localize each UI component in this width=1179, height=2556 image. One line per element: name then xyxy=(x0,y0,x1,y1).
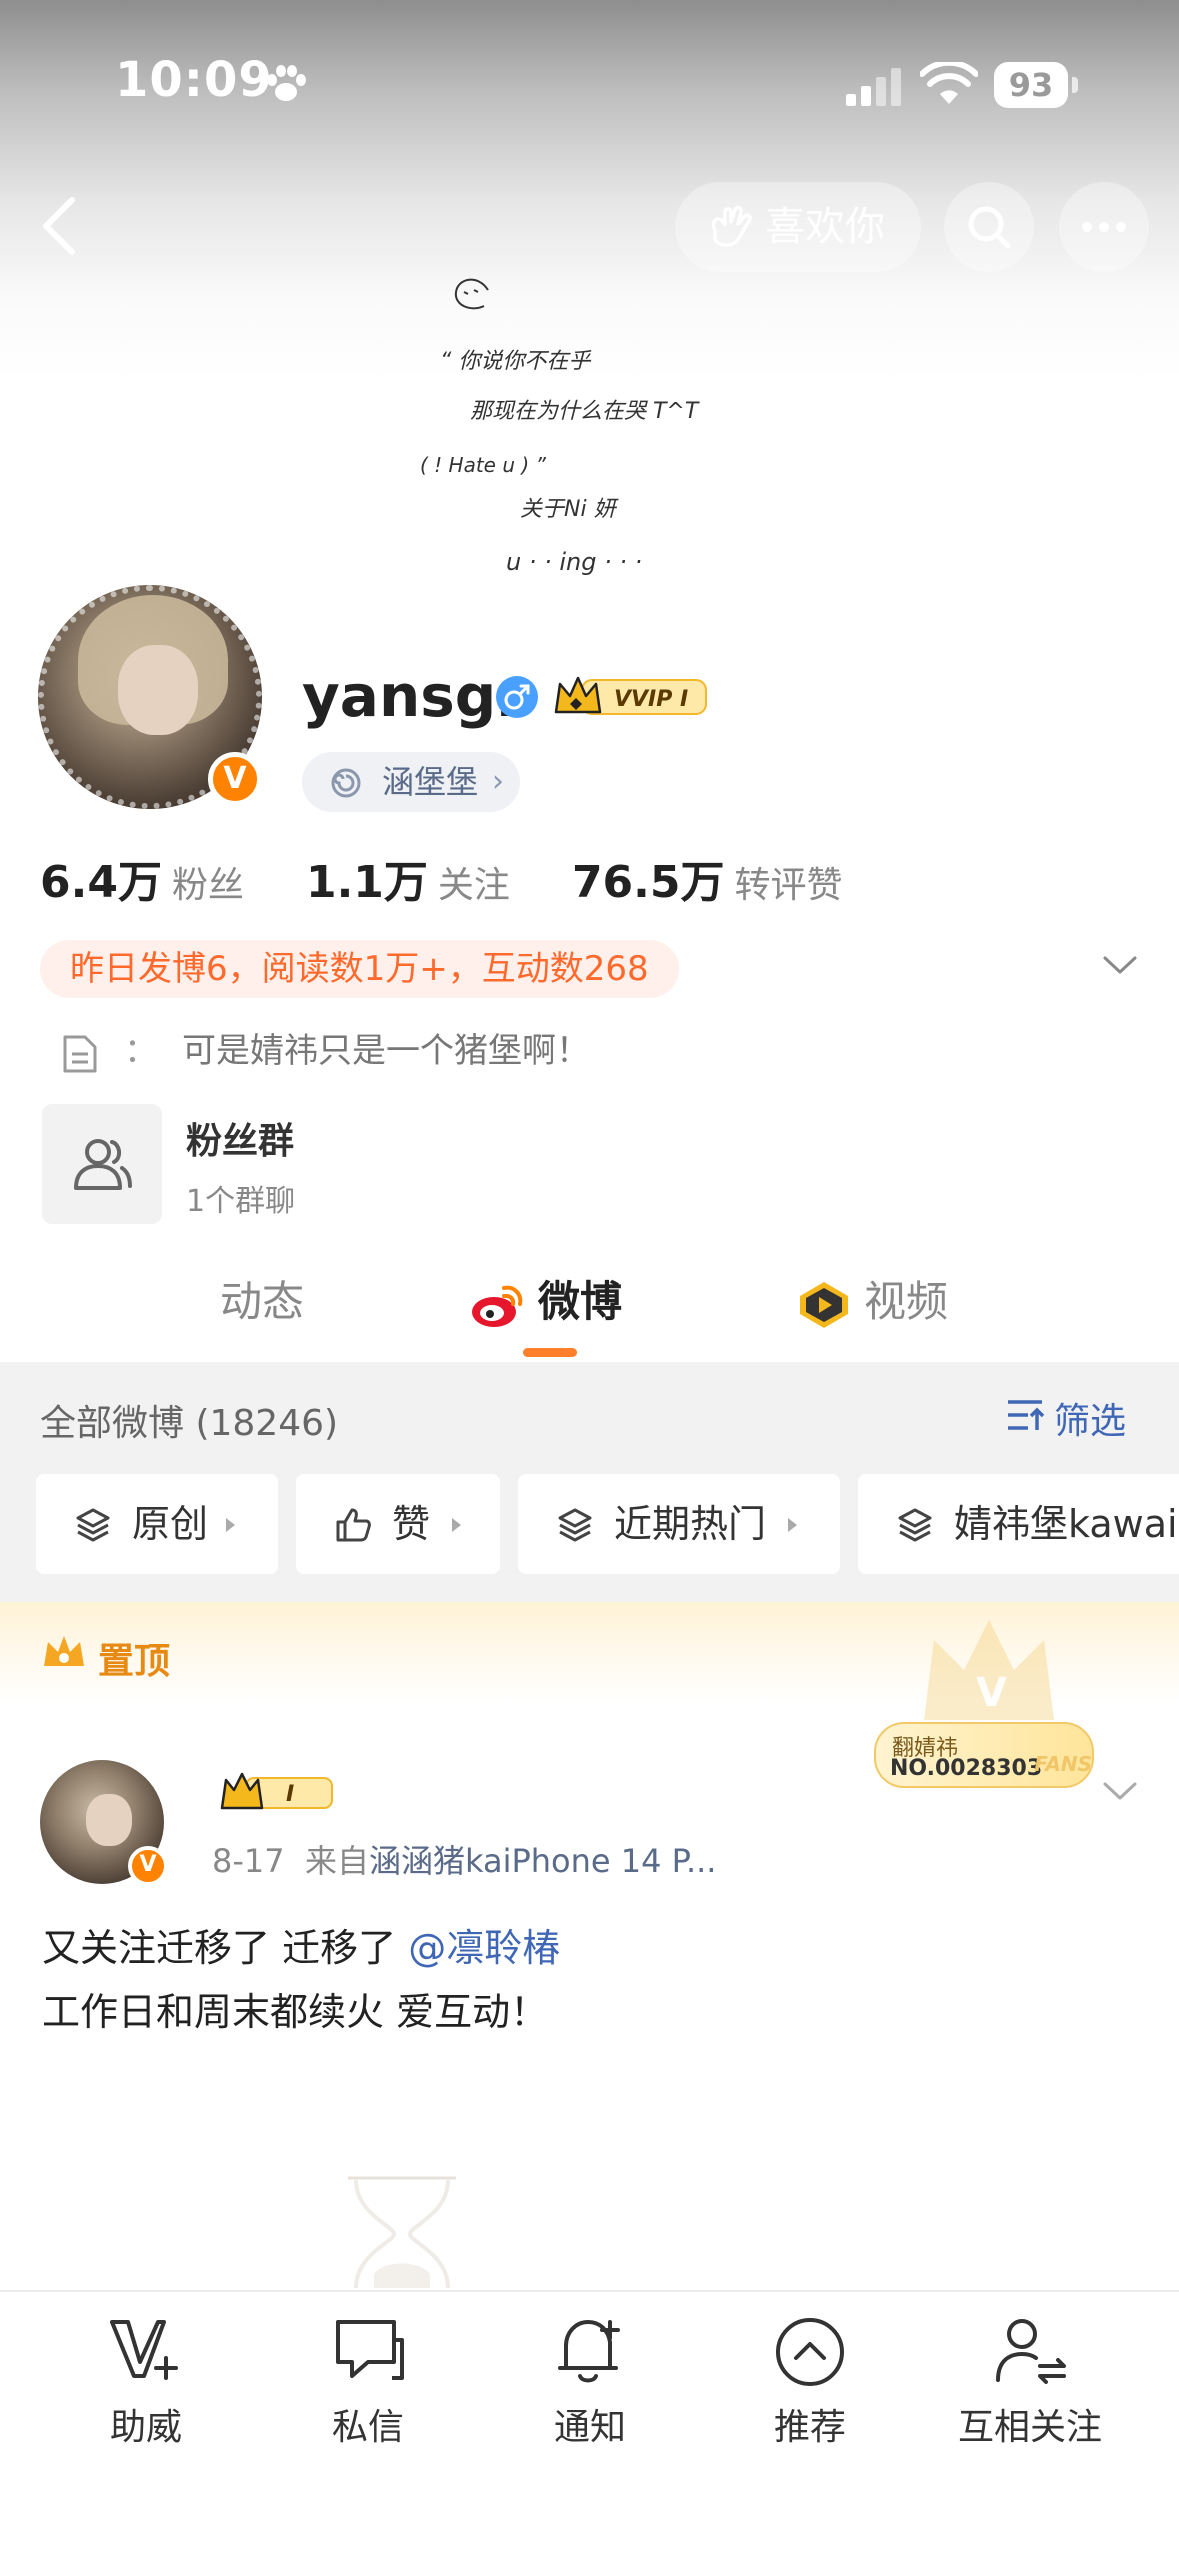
mention-link[interactable]: @凛聆椿 xyxy=(408,1926,560,1970)
cheer-button[interactable]: 助威 xyxy=(46,2312,246,2450)
lollipop-icon xyxy=(331,768,361,798)
chevron-down-icon[interactable] xyxy=(1102,952,1138,978)
bio-text: 可是婧祎只是一个猪堡啊！ xyxy=(182,1031,590,1071)
weibo-logo-icon xyxy=(472,1285,523,1327)
more-button[interactable] xyxy=(1059,182,1149,272)
svg-text:I: I xyxy=(286,1782,294,1807)
svg-text:VVIP I: VVIP I xyxy=(614,687,688,712)
chevron-up-circle-icon xyxy=(776,2318,844,2386)
wifi-icon xyxy=(920,62,978,104)
thumbs-up-icon xyxy=(336,1508,371,1542)
username: yansgr xyxy=(302,662,525,730)
search-icon xyxy=(968,206,1011,249)
post-options-chevron-icon[interactable] xyxy=(1102,1778,1138,1804)
fan-group-title[interactable]: 粉丝群 xyxy=(186,1112,294,1164)
fan-card-tag: FANS xyxy=(1034,1752,1092,1776)
hand-heart-icon xyxy=(711,205,752,247)
fan-card-number: NO.0028303 xyxy=(890,1756,1043,1781)
post-source[interactable]: 涵涵猪kaiPhone 14 P... xyxy=(369,1842,717,1880)
svg-text:u · · ing · · ·: u · · ing · · · xyxy=(506,548,642,576)
tab-weibo[interactable]: 微博 xyxy=(470,1272,622,1332)
svg-text:V: V xyxy=(976,1670,1007,1716)
chat-icon xyxy=(336,2320,404,2380)
mutual-follow-button[interactable]: 互相关注 xyxy=(930,2312,1130,2450)
status-bar: 10:09 93 xyxy=(0,0,1179,170)
stat-following[interactable]: 1.1万 关注 xyxy=(306,846,510,910)
profile-tabs: 动态 微博 视频 xyxy=(0,1250,1179,1360)
battery-level: 93 xyxy=(994,62,1068,108)
video-badge-icon xyxy=(800,1281,848,1328)
verified-v-icon: V xyxy=(208,752,262,806)
notify-button[interactable]: 通知 xyxy=(490,2312,690,2450)
message-button[interactable]: 私信 xyxy=(268,2312,468,2450)
filter-icon xyxy=(1008,1400,1045,1430)
stat-followers[interactable]: 6.4万 粉丝 xyxy=(40,846,244,910)
like-you-label: 喜欢你 xyxy=(765,204,885,250)
layers-icon xyxy=(558,1508,592,1542)
mutual-follow-icon xyxy=(996,2319,1066,2384)
crown-watermark-icon: V xyxy=(924,1620,1054,1720)
battery-indicator: 93 xyxy=(994,62,1078,108)
affiliation-label: 涵堡堡 xyxy=(382,763,479,801)
svg-text:那现在为什么在哭 T^T: 那现在为什么在哭 T^T xyxy=(470,399,700,424)
like-you-button[interactable]: 喜欢你 xyxy=(675,182,921,272)
chip-original[interactable]: 原创 xyxy=(36,1474,278,1574)
paw-icon xyxy=(267,65,306,101)
signal-icon xyxy=(846,68,901,106)
back-arrow-icon[interactable] xyxy=(30,190,90,262)
chevron-right-icon: › xyxy=(492,764,505,799)
svg-text:( ! Hate u ) ”: ( ! Hate u ) ” xyxy=(420,453,547,477)
vip-level-badge[interactable]: I xyxy=(220,1770,338,1814)
active-tab-indicator xyxy=(523,1348,577,1357)
svg-text:“ 你说你不在乎: “ 你说你不在乎 xyxy=(440,349,592,374)
chip-custom-group[interactable]: 婧祎堡kawai xyxy=(858,1474,1179,1574)
bell-icon xyxy=(558,2320,620,2383)
crown-icon xyxy=(44,1636,84,1666)
tab-dynamics[interactable]: 动态 xyxy=(220,1272,304,1332)
chip-liked[interactable]: 赞 xyxy=(296,1474,500,1574)
hourglass-loading-icon xyxy=(348,2176,456,2289)
search-button[interactable] xyxy=(944,182,1034,272)
activity-summary[interactable]: 昨日发博6，阅读数1万+，互动数268 xyxy=(40,940,679,998)
more-dots-icon xyxy=(1082,222,1126,232)
feed-count: 全部微博 (18246) xyxy=(40,1403,339,1444)
document-icon xyxy=(63,1035,97,1073)
layers-icon xyxy=(898,1508,932,1542)
profile-bio: ：可是婧祎只是一个猪堡啊！ xyxy=(62,1026,590,1076)
post-date: 8-17 xyxy=(212,1842,285,1880)
profile-stats: 6.4万 粉丝 1.1万 关注 76.5万 转评赞 xyxy=(40,846,891,908)
vvip-crown-badge[interactable]: VVIP I xyxy=(552,672,714,722)
group-icon xyxy=(74,1139,132,1190)
stat-reposts-likes[interactable]: 76.5万 转评赞 xyxy=(572,846,843,910)
affiliation-tag[interactable]: 涵堡堡 › xyxy=(302,752,521,812)
verified-v-icon: V xyxy=(128,1846,168,1886)
cover-handwriting: “ 你说你不在乎 那现在为什么在哭 T^T ( ! Hate u ) ” 关于N… xyxy=(420,278,700,576)
v-plus-icon xyxy=(110,2320,178,2380)
status-time: 10:09 xyxy=(115,52,273,108)
male-gender-icon xyxy=(496,676,538,718)
chip-recent-hot[interactable]: 近期热门 xyxy=(518,1474,840,1574)
filter-button[interactable]: 筛选 xyxy=(1006,1392,1126,1444)
fan-group-subtitle: 1个群聊 xyxy=(186,1184,296,1219)
recommend-button[interactable]: 推荐 xyxy=(710,2312,910,2450)
svg-text:关于Ni 妍: 关于Ni 妍 xyxy=(520,497,620,522)
fan-group-button[interactable] xyxy=(42,1104,162,1224)
post-body: 又关注迁移了 迁移了 @凛聆椿 工作日和周末都续火 爱互动！ xyxy=(42,1926,561,2034)
layers-icon xyxy=(76,1508,110,1542)
pinned-label: 置顶 xyxy=(42,1632,170,1684)
tab-video[interactable]: 视频 xyxy=(796,1272,948,1332)
fan-number-card[interactable]: V 翻婧祎 NO.0028303 FANS xyxy=(874,1610,1104,1790)
feed-filter-chips: 原创 赞 近期热门 婧祎堡kawai xyxy=(36,1474,1179,1574)
post-meta: 8-17 来自涵涵猪kaiPhone 14 P... xyxy=(212,1842,717,1880)
